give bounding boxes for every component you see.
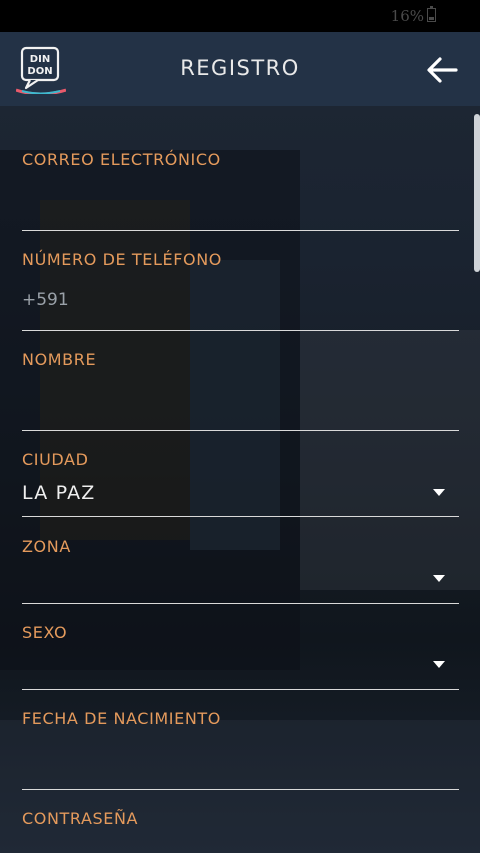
dropdown-arrow-icon[interactable] [433, 661, 445, 668]
zone-label: ZONA [22, 537, 71, 556]
city-underline [22, 516, 459, 517]
birthdate-label: FECHA DE NACIMIENTO [22, 709, 221, 728]
battery-percentage: 16% [390, 7, 424, 25]
zone-underline [22, 603, 459, 604]
dropdown-arrow-icon[interactable] [433, 575, 445, 582]
sex-label: SEXO [22, 623, 68, 642]
sex-underline [22, 689, 459, 690]
status-bar: 16% [0, 0, 480, 32]
page-title: REGISTRO [180, 56, 300, 80]
phone-underline [22, 330, 459, 331]
app-bar: DIN DON REGISTRO [0, 32, 480, 106]
back-button[interactable] [424, 54, 460, 86]
email-label: CORREO ELECTRÓNICO [22, 150, 221, 169]
name-label: NOMBRE [22, 350, 97, 369]
phone-label: NÚMERO DE TELÉFONO [22, 250, 222, 269]
password-label: CONTRASEÑA [22, 809, 139, 828]
city-value: LA PAZ [22, 482, 96, 504]
phone-placeholder: +591 [22, 290, 69, 310]
arrow-left-icon [427, 57, 458, 83]
dropdown-arrow-icon[interactable] [433, 489, 445, 496]
email-underline [22, 230, 459, 231]
city-label: CIUDAD [22, 450, 89, 469]
birthdate-underline [22, 789, 459, 790]
battery-icon [427, 6, 436, 22]
scrollbar[interactable] [474, 114, 480, 272]
name-underline [22, 430, 459, 431]
